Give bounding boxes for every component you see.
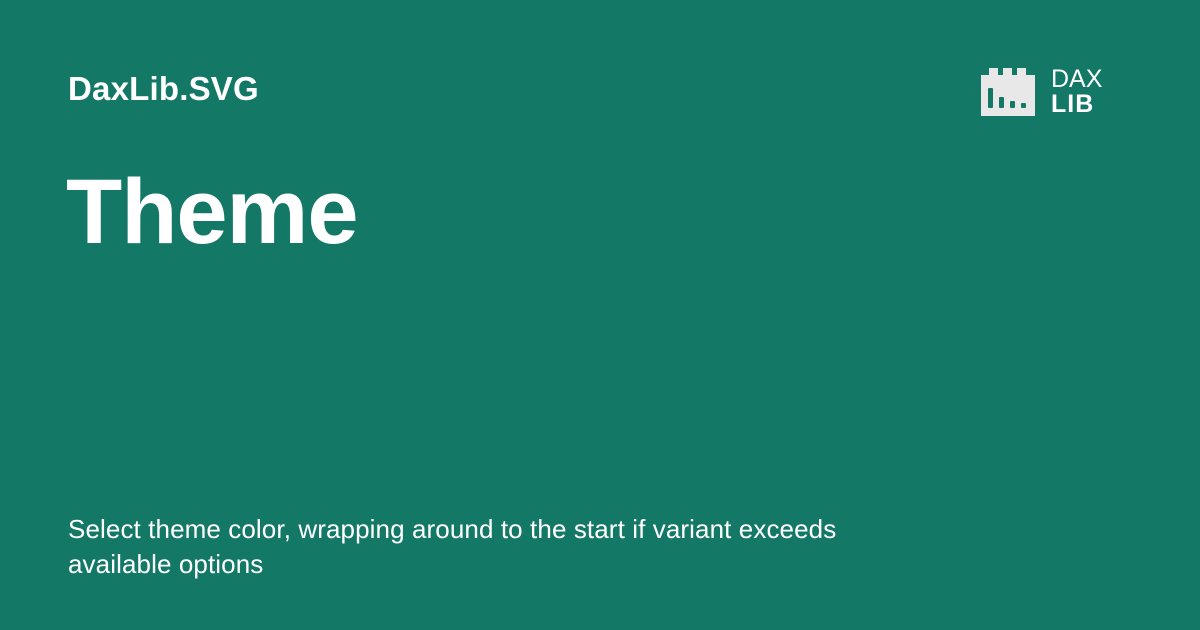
social-preview-card: DaxLib.SVG DAX LIB Theme Select theme co… bbox=[0, 0, 1200, 630]
dax-lib-logo-icon bbox=[981, 68, 1035, 116]
logo-bar-2 bbox=[999, 97, 1004, 108]
page-title: Theme bbox=[66, 161, 359, 263]
brand-name: DaxLib.SVG bbox=[68, 70, 259, 107]
logo-bar-3 bbox=[1010, 101, 1015, 108]
logo-bar-4 bbox=[1021, 103, 1026, 108]
logo-word-lib: LIB bbox=[1051, 90, 1095, 118]
logo-bar-1 bbox=[988, 88, 993, 108]
logo-word-dax: DAX bbox=[1051, 65, 1103, 93]
daxlib-logo: DAX LIB bbox=[979, 66, 1111, 120]
page-description: Select theme color, wrapping around to t… bbox=[68, 514, 837, 579]
logo-wordmark: DAX LIB bbox=[1051, 67, 1111, 119]
